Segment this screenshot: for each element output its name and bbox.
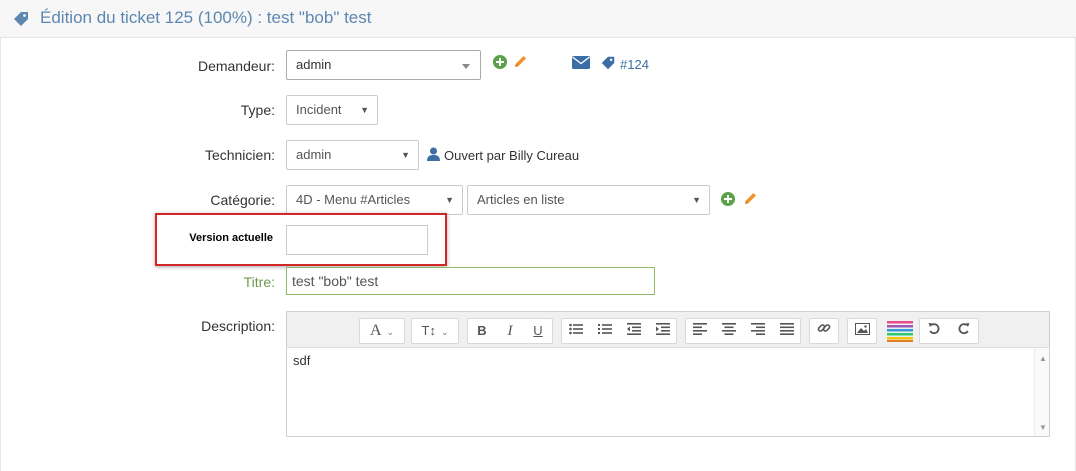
history-group <box>919 318 979 344</box>
demandeur-value: admin <box>296 57 332 72</box>
technicien-select[interactable]: admin ▼ <box>286 140 419 170</box>
description-editor[interactable]: A ⌄ T↕ ⌄ B I U sdf ▲ ▼ <box>286 311 1050 437</box>
underline-button[interactable]: U <box>524 319 552 343</box>
undo-icon[interactable] <box>920 319 948 343</box>
demandeur-label: Demandeur: <box>197 58 275 74</box>
font-size-button[interactable]: T↕ ⌄ <box>412 319 458 343</box>
pencil-icon[interactable] <box>513 54 528 72</box>
redo-icon[interactable] <box>949 319 977 343</box>
categorie-select[interactable]: 4D - Menu #Articles ▼ <box>286 185 463 215</box>
pencil-icon[interactable] <box>743 191 758 209</box>
bullet-list-icon[interactable] <box>562 319 590 343</box>
categorie-value: 4D - Menu #Articles <box>296 192 411 207</box>
style-group: B I U <box>467 318 553 344</box>
align-group <box>685 318 801 344</box>
indent-icon[interactable] <box>649 319 677 343</box>
scroll-down-icon[interactable]: ▼ <box>1039 423 1047 432</box>
font-button[interactable]: A ⌄ <box>360 319 404 343</box>
ticket-link-icon[interactable] <box>600 55 616 74</box>
subcategorie-value: Articles en liste <box>477 192 565 207</box>
align-justify-icon[interactable] <box>773 319 801 343</box>
version-label: Version actuelle <box>189 232 273 244</box>
user-icon <box>427 147 440 164</box>
chevron-down-icon <box>462 64 470 69</box>
outdent-icon[interactable] <box>620 319 648 343</box>
scroll-up-icon[interactable]: ▲ <box>1039 354 1047 363</box>
version-input[interactable] <box>286 225 428 255</box>
chevron-down-icon: ▼ <box>360 105 369 115</box>
chevron-down-icon: ▼ <box>445 195 454 205</box>
frame-border-left <box>0 38 1 471</box>
image-group <box>847 318 877 344</box>
bold-button[interactable]: B <box>468 319 496 343</box>
chevron-down-icon: ▼ <box>692 195 701 205</box>
color-palette-icon[interactable] <box>887 320 913 345</box>
align-left-icon[interactable] <box>686 319 714 343</box>
envelope-icon[interactable] <box>572 56 590 72</box>
link-group <box>809 318 839 344</box>
titre-input[interactable]: test "bob" test <box>286 267 655 295</box>
subcategorie-select[interactable]: Articles en liste ▼ <box>467 185 710 215</box>
italic-button[interactable]: I <box>496 319 524 343</box>
technicien-value: admin <box>296 147 332 162</box>
categorie-label: Catégorie: <box>210 192 275 208</box>
titre-label: Titre: <box>243 274 275 290</box>
linked-ticket-link[interactable]: #124 <box>620 57 649 72</box>
link-icon[interactable] <box>810 319 838 343</box>
ticket-icon <box>12 10 30 31</box>
description-label: Description: <box>201 318 275 334</box>
align-center-icon[interactable] <box>715 319 743 343</box>
type-select[interactable]: Incident ▼ <box>286 95 378 125</box>
editor-toolbar: A ⌄ T↕ ⌄ B I U <box>287 312 1049 348</box>
add-categorie-icon[interactable] <box>721 192 735 209</box>
size-group: T↕ ⌄ <box>411 318 459 344</box>
editor-scrollbar[interactable]: ▲ ▼ <box>1034 348 1049 436</box>
list-group <box>561 318 677 344</box>
type-label: Type: <box>240 102 275 118</box>
image-icon[interactable] <box>848 319 876 343</box>
font-group: A ⌄ <box>359 318 405 344</box>
demandeur-select[interactable]: admin <box>286 50 481 80</box>
page-title: Édition du ticket 125 (100%) : test "bob… <box>40 8 372 27</box>
description-textarea[interactable]: sdf <box>287 348 1049 436</box>
technicien-label: Technicien: <box>204 147 275 163</box>
chevron-down-icon: ▼ <box>401 150 410 160</box>
numbered-list-icon[interactable] <box>591 319 619 343</box>
page-header: Édition du ticket 125 (100%) : test "bob… <box>0 0 1076 38</box>
opened-by-text: Ouvert par Billy Cureau <box>444 148 580 163</box>
align-right-icon[interactable] <box>744 319 772 343</box>
add-demandeur-icon[interactable] <box>493 55 507 72</box>
type-value: Incident <box>296 102 342 117</box>
